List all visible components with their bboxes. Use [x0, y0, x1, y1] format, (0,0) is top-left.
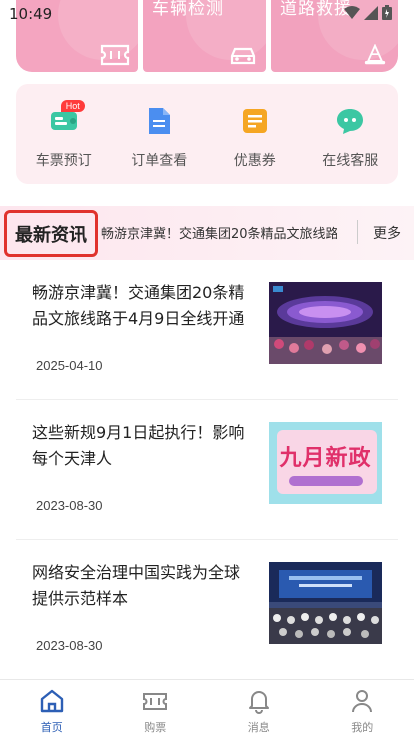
nav-label: 我的	[351, 721, 374, 734]
news-date: 2025-04-10	[36, 358, 103, 373]
status-icons	[344, 5, 392, 20]
news-thumbnail	[269, 562, 382, 644]
news-list: 畅游京津冀！交通集团20条精品文旅线路于4月9日全线开通 2025-04-10 …	[16, 260, 398, 680]
ticket-icon	[100, 44, 130, 66]
quick-action-label: 车票预订	[35, 153, 92, 169]
bell-icon	[248, 691, 269, 714]
nav-item-messages[interactable]: 消息	[207, 680, 311, 736]
nav-label: 消息	[247, 721, 270, 734]
news-title: 网络安全治理中国实践为全球提供示范样本	[32, 563, 241, 608]
ticker-divider	[357, 220, 358, 244]
quick-actions-panel: Hot 车票预订 订单查看 优惠券 在线客服	[16, 84, 398, 184]
coupon-icon	[242, 109, 267, 133]
signal-icon	[364, 5, 378, 20]
quick-action-label: 在线客服	[322, 153, 379, 169]
ticket-icon	[143, 693, 168, 710]
home-icon	[40, 689, 63, 713]
nav-label: 首页	[40, 721, 63, 734]
quick-action-customer-service[interactable]: 在线客服	[305, 106, 395, 170]
battery-icon	[382, 5, 392, 20]
quick-action-coupons[interactable]: 优惠券	[210, 106, 300, 170]
news-thumbnail: 九月新政	[269, 422, 382, 504]
nav-item-home[interactable]: 首页	[0, 680, 104, 736]
status-time: 10:49	[9, 5, 53, 23]
status-bar: 10:49	[0, 0, 414, 30]
ticker-title-box: 最新资讯	[4, 210, 98, 257]
news-ticker: 最新资讯 畅游京津冀！交通集团20条精品文旅线路于4月9日全线开通 更多	[0, 206, 414, 260]
nav-item-tickets[interactable]: 购票	[104, 680, 208, 736]
ticker-title: 最新资讯	[15, 224, 87, 246]
car-icon	[230, 47, 256, 65]
quick-action-orders[interactable]: 订单查看	[114, 106, 204, 170]
chat-icon	[337, 109, 364, 134]
news-date: 2023-08-30	[36, 638, 103, 653]
news-item[interactable]: 畅游京津冀！交通集团20条精品文旅线路于4月9日全线开通 2025-04-10	[16, 260, 398, 400]
quick-action-ticket-booking[interactable]: Hot 车票预订	[19, 100, 109, 170]
news-date: 2023-08-30	[36, 498, 103, 513]
wifi-icon	[344, 5, 360, 19]
document-icon	[149, 108, 171, 134]
more-link[interactable]: 更多	[373, 223, 401, 243]
quick-action-label: 订单查看	[131, 153, 188, 169]
bottom-nav: 首页 购票 消息 我的	[0, 679, 414, 736]
user-icon	[352, 690, 373, 713]
thumbnail-headline: 九月新政	[279, 446, 372, 471]
cone-icon	[364, 44, 386, 65]
news-thumbnail	[269, 282, 382, 364]
news-title: 畅游京津冀！交通集团20条精品文旅线路于4月9日全线开通	[32, 283, 245, 328]
hot-badge: Hot	[60, 100, 85, 112]
news-item[interactable]: 这些新规9月1日起执行！影响每个天津人 2023-08-30 九月新政	[16, 400, 398, 540]
nav-item-profile[interactable]: 我的	[311, 680, 414, 736]
quick-action-label: 优惠券	[233, 153, 276, 169]
nav-label: 购票	[144, 721, 167, 734]
news-item[interactable]: 网络安全治理中国实践为全球提供示范样本 2023-08-30	[16, 540, 398, 680]
news-title: 这些新规9月1日起执行！影响每个天津人	[32, 423, 245, 468]
ticker-headline[interactable]: 畅游京津冀！交通集团20条精品文旅线路于4月9日全线开通	[101, 223, 337, 242]
